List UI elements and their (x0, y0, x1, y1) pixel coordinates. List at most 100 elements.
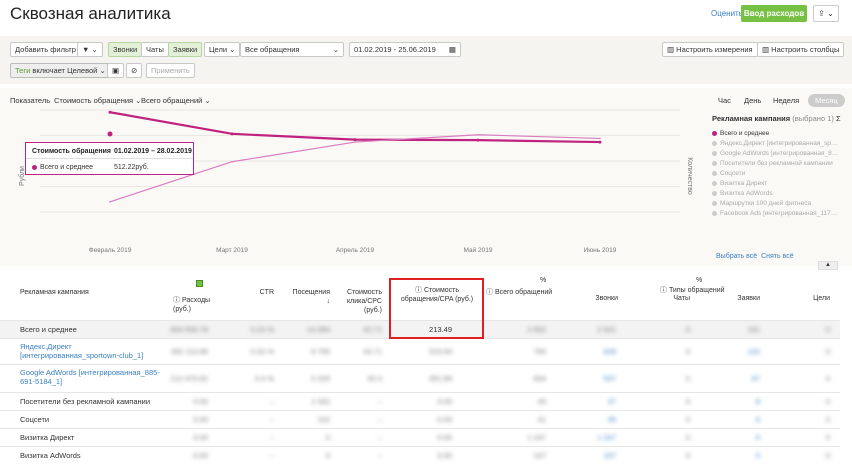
legend-item-label: Маршрутки 100 дней фитнеса (720, 200, 812, 207)
col-ctr[interactable]: CTR (250, 288, 274, 297)
legend-item[interactable]: Визитка AdWords (712, 189, 840, 199)
cell-name[interactable]: Визитка Директ (20, 433, 74, 442)
legend-item[interactable]: Посетители без рекламной кампании (712, 159, 840, 169)
col-goals[interactable]: Цели (800, 294, 830, 303)
cell-costs: 604 556.78 (170, 325, 208, 334)
help-icon: ⓘ (660, 287, 669, 294)
table-row[interactable]: Визитка Директ 0.00 – 0 – 0.00 1 247 1 247 0 0 0 (0, 428, 840, 446)
chats-toggle[interactable]: Чаты (141, 42, 169, 57)
costs-settings-icon[interactable] (196, 280, 203, 290)
series-point[interactable] (598, 140, 602, 144)
cell-cpc: – (377, 397, 382, 406)
dimensions-icon: ▥ (667, 45, 677, 54)
requests-toggle[interactable]: Заявки (168, 42, 203, 57)
cell-costs: 0.00 (193, 415, 208, 424)
cell-calls: 35 (607, 415, 616, 424)
funnel-filter-button[interactable]: ▼ ⌄ (77, 42, 103, 57)
cell-goals: 0 (825, 325, 830, 334)
percent-icon[interactable]: % (540, 276, 546, 285)
cell-costs: 392 114.86 (171, 347, 208, 356)
series-point[interactable] (476, 138, 480, 142)
campaign-legend: Рекламная кампания (выбрано 1) Σ Всего и… (712, 114, 841, 219)
cell-chats: 0 (685, 347, 690, 356)
series-point[interactable] (231, 160, 233, 163)
percent-icon[interactable]: % (696, 276, 702, 285)
clear-filter-button[interactable]: ⊘ (126, 63, 143, 78)
cell-visits: 5 329 (311, 374, 330, 383)
cell-name[interactable]: Google AdWords [интегрированная_885-691-… (20, 368, 160, 386)
clear-all-link[interactable]: Снять всё (761, 253, 794, 260)
tooltip-divider (26, 158, 193, 159)
cell-name[interactable]: Соцсети (20, 415, 49, 424)
col-visits[interactable]: Посещения (290, 288, 330, 297)
col-total-label: Всего обращений (494, 289, 553, 296)
configure-dimensions-button[interactable]: ▥ Настроить измерения (662, 42, 758, 57)
configure-dimensions-label: Настроить измерения (676, 45, 753, 54)
cell-total: 760 (533, 347, 546, 356)
configure-columns-button[interactable]: ▥ Настроить столбцы (757, 42, 845, 57)
legend-item[interactable]: Facebook Ads [интегрированная_117593] (712, 209, 840, 219)
series-point[interactable] (353, 138, 357, 142)
series-point[interactable] (109, 201, 111, 203)
cell-cpc: 43.71 (363, 347, 382, 356)
legend-item-label: Яндекс.Директ [интегрированная_sportown-… (720, 140, 840, 147)
col-requests[interactable]: Заявки (730, 294, 760, 303)
cell-ctr: – (269, 451, 274, 460)
cell-chats: 0 (685, 397, 690, 406)
legend-item[interactable]: Визитка Директ (712, 179, 840, 189)
tag-filter-chip[interactable]: Теги включает Целевой ⌄ (10, 63, 111, 78)
table-row[interactable]: Посетители без рекламной кампании 0.00 – 2 … (0, 392, 840, 410)
series-point[interactable] (599, 137, 601, 140)
cell-name[interactable]: Посетители без рекламной кампании (20, 397, 150, 406)
series-point[interactable] (230, 132, 234, 136)
calls-toggle[interactable]: Звонки (108, 42, 143, 57)
col-costs[interactable]: ⓘ Расходы (руб.) (173, 296, 218, 314)
series-point[interactable] (108, 110, 112, 114)
table-row[interactable]: Яндекс.Директ [интегрированная_sportown-… (0, 338, 840, 364)
cell-chats: 0 (685, 374, 690, 383)
export-button[interactable]: ⇪ ⌄ (813, 5, 839, 22)
cell-calls: 37 (607, 397, 616, 406)
collapse-chart-button[interactable]: ▲ (818, 261, 838, 270)
cell-name[interactable]: Яндекс.Директ [интегрированная_sportown-… (20, 342, 160, 360)
add-filter-button[interactable]: Добавить фильтр (10, 42, 81, 57)
series-point[interactable] (354, 141, 356, 143)
cell-total: 604 (533, 374, 546, 383)
cell-total: 41 (537, 415, 546, 424)
col-chats[interactable]: Чаты (660, 294, 690, 303)
date-range-picker[interactable]: 01.02.2019 - 25.06.2019 ▦ (349, 42, 461, 57)
legend-item[interactable]: Яндекс.Директ [интегрированная_sportown-… (712, 139, 840, 149)
select-all-link[interactable]: Выбрать всё (716, 253, 757, 260)
table-row[interactable]: Соцсети 0.00 – 152 – 0.00 41 35 0 6 0 (0, 410, 840, 428)
rate-link[interactable]: Оценить (711, 9, 743, 18)
col-total[interactable]: ⓘ Всего обращений (486, 288, 552, 297)
save-filter-button[interactable]: ▣ (107, 63, 125, 78)
legend-item-label: Посетители без рекламной кампании (720, 160, 833, 167)
col-calls[interactable]: Звонки (590, 294, 618, 303)
cell-goals: 0 (825, 451, 830, 460)
add-costs-button[interactable]: Ввод расходов (741, 5, 807, 22)
col-cpc[interactable]: Стоимость клика/CPC (руб.) (338, 288, 382, 315)
legend-item[interactable]: Google AdWords [интегрированная_885-691-… (712, 149, 840, 159)
chart-tooltip: Стоимость обращения 01.02.2019 – 28.02.2… (25, 142, 194, 175)
cell-ctr: – (269, 433, 274, 442)
legend-item[interactable]: Всего и среднее (712, 129, 840, 139)
apply-button[interactable]: Применить (146, 63, 195, 78)
table-row[interactable]: Google AdWords [интегрированная_885-691-… (0, 364, 840, 392)
goals-dropdown[interactable]: Цели ⌄ (204, 42, 241, 57)
hover-point (107, 131, 113, 137)
series-point[interactable] (477, 133, 479, 136)
all-requests-select[interactable]: Все обращения ⌄ (240, 42, 344, 57)
legend-item[interactable]: Соцсети (712, 169, 840, 179)
cell-visits: 2 332 (311, 397, 330, 406)
table-row[interactable]: Визитка AdWords 0.00 – 0 – 0.00 107 107 0 0 0 (0, 446, 840, 464)
x-tick-label: Март 2019 (216, 247, 248, 254)
legend-item[interactable]: Маршрутки 100 дней фитнеса (712, 199, 840, 209)
tooltip-value: 512.22руб. (114, 164, 149, 171)
cell-costs: 212 475.82 (170, 374, 208, 383)
cell-goals: 0 (825, 374, 830, 383)
cell-cpa: 351.89 (429, 374, 452, 383)
tooltip-series: Всего и среднее (32, 164, 93, 171)
col-campaign[interactable]: Рекламная кампания (20, 288, 89, 297)
cell-name[interactable]: Визитка AdWords (20, 451, 81, 460)
